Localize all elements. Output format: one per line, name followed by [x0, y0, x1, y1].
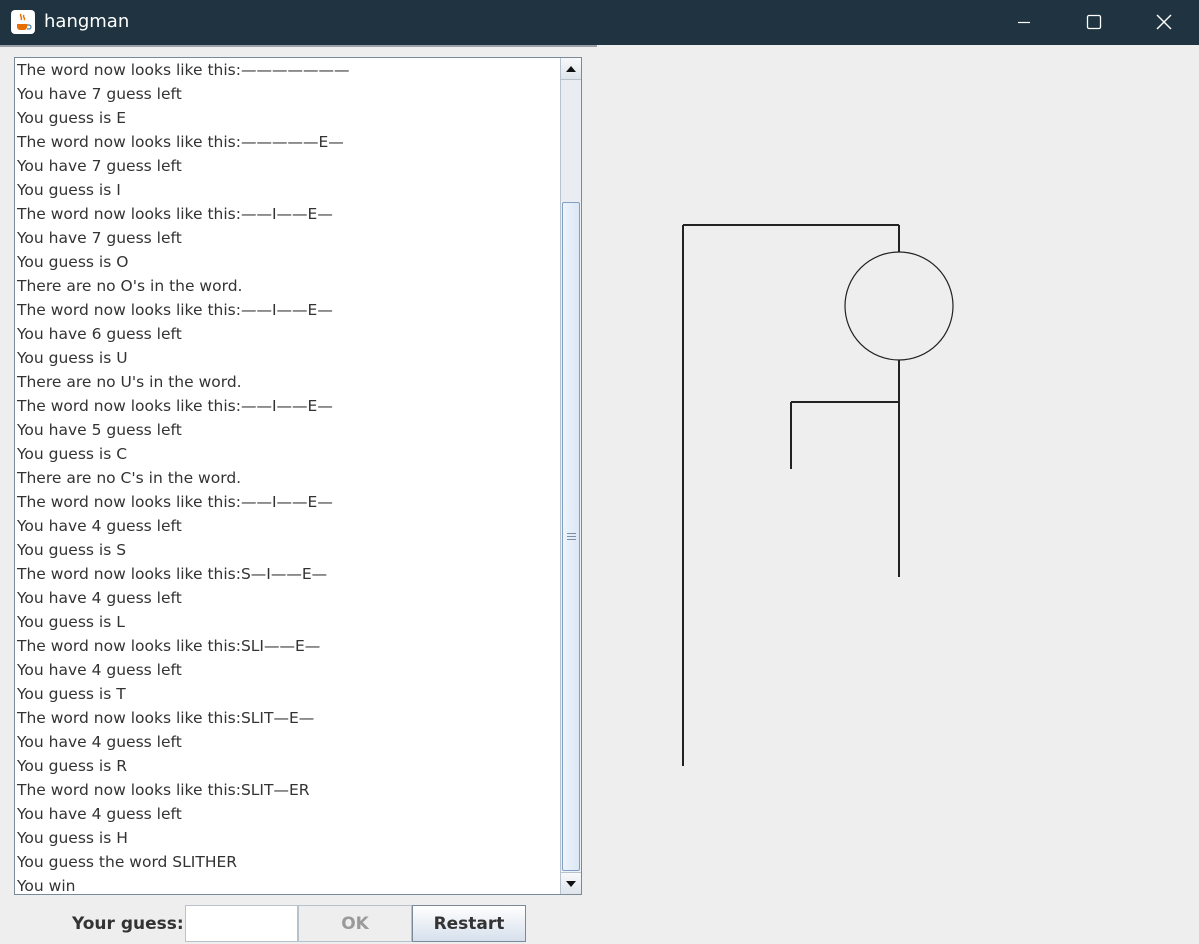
- grip-line: [567, 533, 576, 534]
- left-panel: The word now looks like this:——————— You …: [0, 45, 597, 944]
- game-log-textarea[interactable]: The word now looks like this:——————— You …: [14, 57, 582, 895]
- log-line: You guess is H: [17, 829, 128, 847]
- log-line: You have 4 guess left: [17, 733, 182, 751]
- log-line: There are no U's in the word.: [17, 373, 242, 391]
- minimize-button[interactable]: [989, 0, 1059, 45]
- triangle-up-icon: [566, 66, 576, 72]
- log-line: You have 4 guess left: [17, 589, 182, 607]
- close-icon: [1156, 14, 1172, 30]
- log-line: You guess is O: [17, 253, 129, 271]
- restart-button[interactable]: Restart: [412, 905, 526, 942]
- log-line: You guess is C: [17, 445, 128, 463]
- log-line: The word now looks like this:SLI——E—: [17, 637, 321, 655]
- log-line: You guess is T: [17, 685, 126, 703]
- maximize-button[interactable]: [1059, 0, 1129, 45]
- hangman-window: hangman The word now looks like this:———…: [0, 0, 1199, 944]
- triangle-down-icon: [566, 881, 576, 887]
- hangman-drawing-panel: [599, 45, 1199, 944]
- window-title: hangman: [44, 11, 130, 32]
- close-button[interactable]: [1129, 0, 1199, 45]
- log-line: You have 7 guess left: [17, 85, 182, 103]
- log-line: You have 4 guess left: [17, 517, 182, 535]
- log-line: You have 7 guess left: [17, 157, 182, 175]
- log-line: The word now looks like this:S—I——E—: [17, 565, 328, 583]
- hangman-head: [844, 251, 954, 361]
- log-line: There are no C's in the word.: [17, 469, 242, 487]
- game-log-content: The word now looks like this:——————— You …: [17, 58, 557, 895]
- log-line: The word now looks like this:——I——E—: [17, 301, 333, 319]
- log-line: You guess is R: [17, 757, 127, 775]
- log-line: You have 7 guess left: [17, 229, 182, 247]
- java-coffee-cup-icon: [11, 10, 35, 34]
- maximize-icon: [1086, 14, 1102, 30]
- log-line: You have 5 guess left: [17, 421, 182, 439]
- grip-line: [567, 539, 576, 540]
- vertical-scrollbar[interactable]: [560, 58, 581, 894]
- log-line: You guess is U: [17, 349, 128, 367]
- log-line: The word now looks like this:—————E—: [17, 133, 344, 151]
- scroll-up-button[interactable]: [561, 58, 581, 80]
- scroll-down-button[interactable]: [561, 872, 581, 894]
- minimize-icon: [1018, 21, 1030, 24]
- log-line: You win: [17, 877, 76, 895]
- scroll-thumb[interactable]: [562, 202, 580, 871]
- log-line: You guess is I: [17, 181, 121, 199]
- title-bar[interactable]: hangman: [0, 0, 1199, 45]
- log-line: You guess the word SLITHER: [17, 853, 238, 871]
- log-line: The word now looks like this:——I——E—: [17, 205, 333, 223]
- log-line: You guess is E: [17, 109, 127, 127]
- guess-input[interactable]: [185, 905, 298, 942]
- log-line: The word now looks like this:——I——E—: [17, 397, 333, 415]
- guess-label: Your guess:: [72, 914, 184, 934]
- ok-button[interactable]: OK: [298, 905, 412, 942]
- log-line: The word now looks like this:SLIT—E—: [17, 709, 315, 727]
- log-line: There are no O's in the word.: [17, 277, 243, 295]
- log-line: You have 4 guess left: [17, 805, 182, 823]
- log-line: The word now looks like this:——I——E—: [17, 493, 333, 511]
- log-line: You guess is L: [17, 613, 125, 631]
- grip-line: [567, 536, 576, 537]
- log-line: The word now looks like this:———————: [17, 61, 350, 79]
- log-line: The word now looks like this:SLIT—ER: [17, 781, 310, 799]
- scroll-track[interactable]: [561, 80, 581, 202]
- hangman-drawing: [682, 224, 954, 766]
- log-line: You have 6 guess left: [17, 325, 182, 343]
- log-line: You have 4 guess left: [17, 661, 182, 679]
- log-line: You guess is S: [17, 541, 127, 559]
